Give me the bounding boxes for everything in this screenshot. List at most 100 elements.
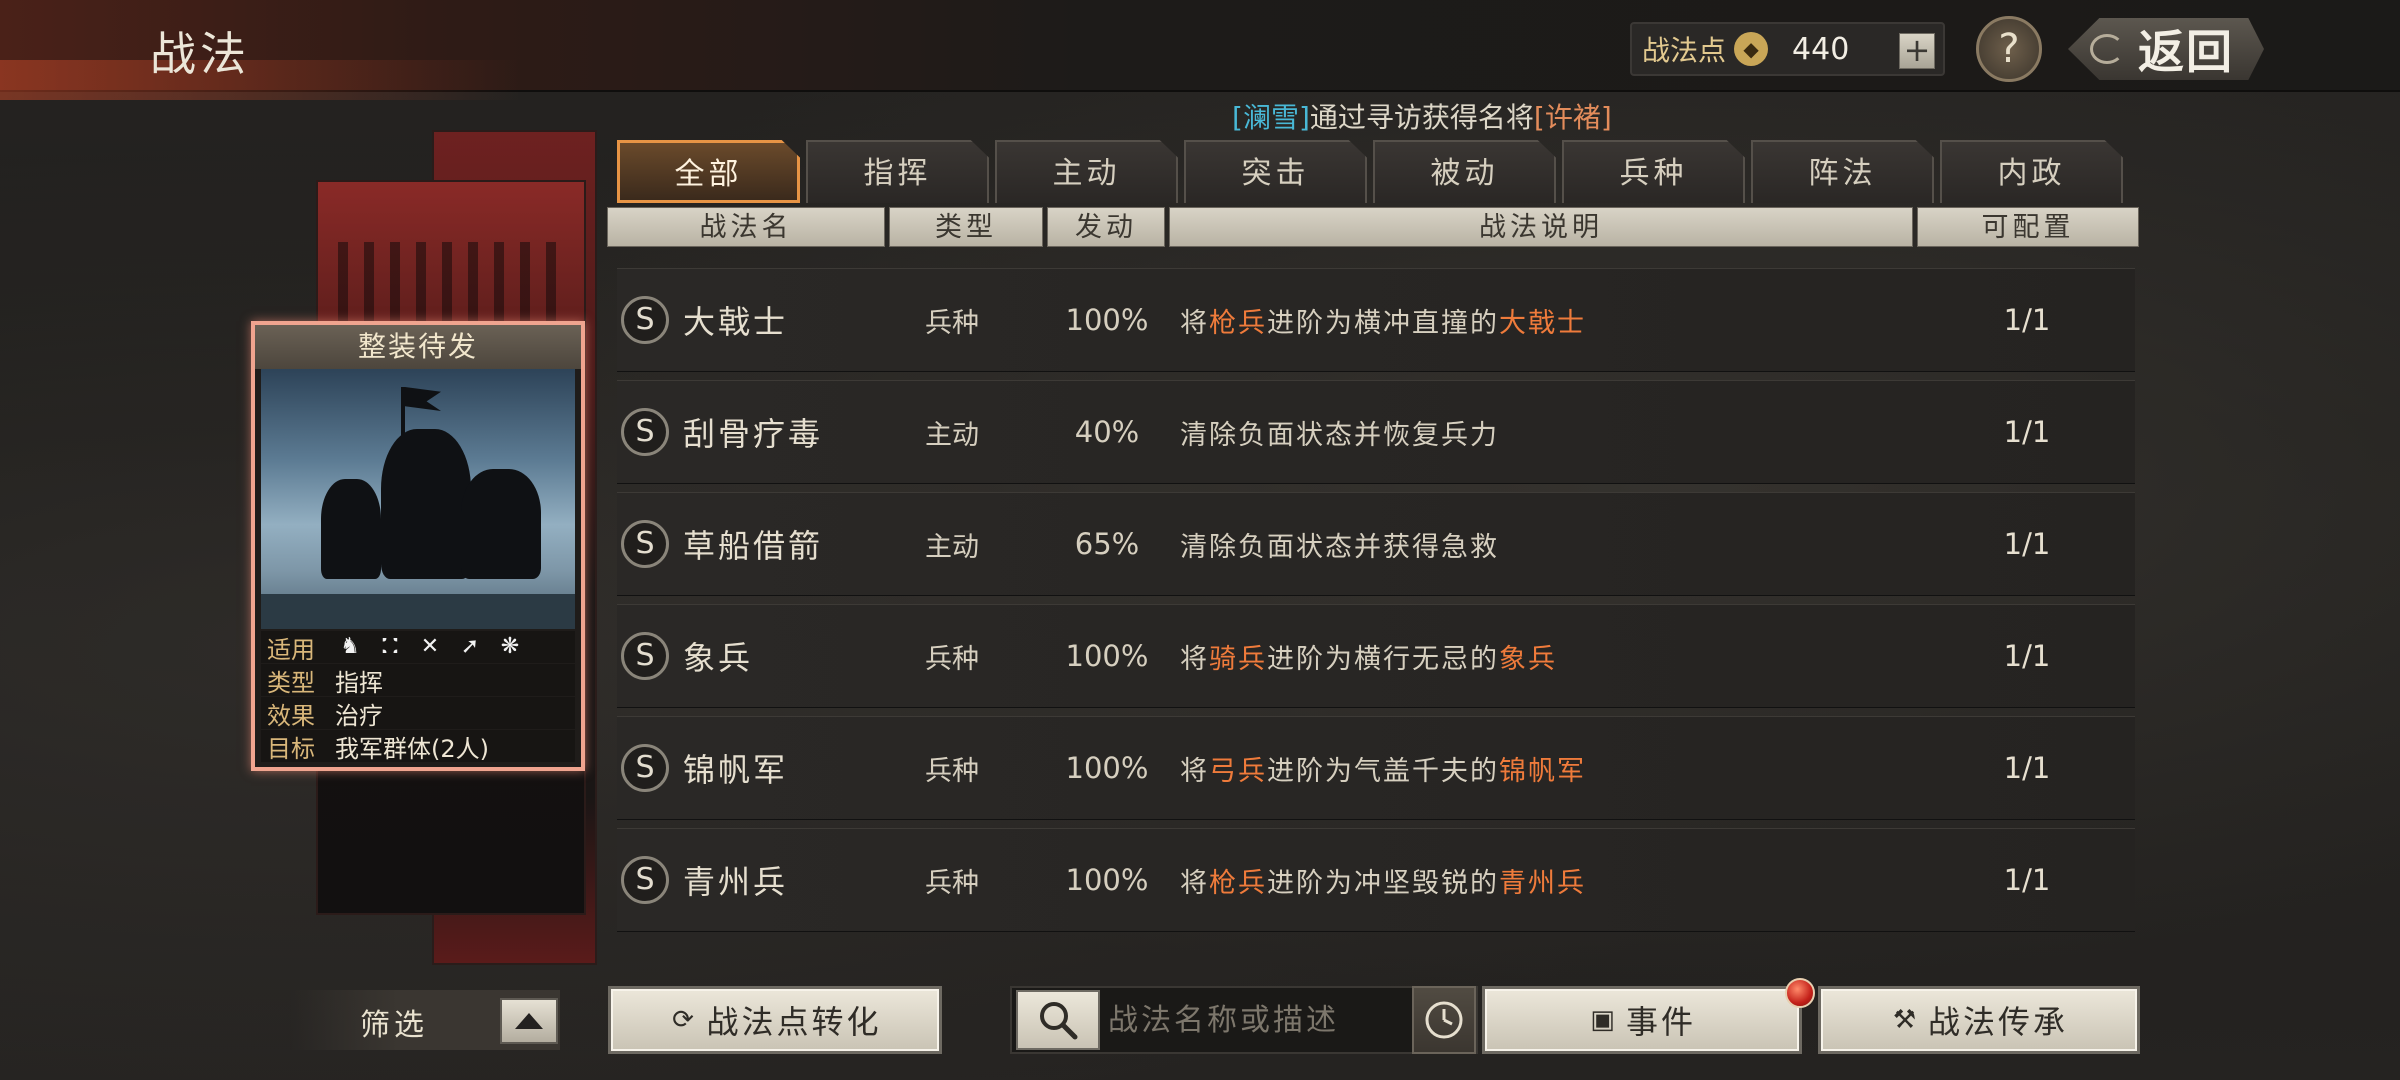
skill-row[interactable]: S 象兵 兵种 100% 将骑兵进阶为横行无忌的象兵 1/1 [617, 604, 2135, 708]
skill-points-label: 战法点 [1642, 34, 1727, 67]
swirl-icon: ⟳ [672, 1005, 697, 1035]
skill-type: 主动 [925, 531, 979, 563]
prop-row-effect: 效果 治疗 [261, 697, 575, 730]
selected-skill-card[interactable]: 整装待发 适用 ♞ ⛚ ✕ ➚ ❋ 类型 指挥 效果 治疗 目标 我军群体(2人… [251, 321, 585, 771]
cavalry-icon: ♞ [340, 634, 360, 659]
filter-toggle-button[interactable] [500, 998, 558, 1044]
tab-troop[interactable]: 兵种 [1562, 140, 1745, 203]
event-icon: ▣ [1590, 1005, 1618, 1035]
category-tabs: 全部 指挥 主动 突击 被动 兵种 阵法 内政 [617, 140, 2123, 203]
desc-text: 清除负面状态并恢复兵力 [1180, 419, 1499, 451]
notice-text: 通过寻访获得名将 [1309, 101, 1534, 134]
skill-configurable: 1/1 [2003, 527, 2051, 561]
skill-configurable: 1/1 [2003, 751, 2051, 785]
prop-value: 治疗 [335, 701, 383, 730]
tab-active[interactable]: 主动 [995, 140, 1178, 203]
desc-highlight: 骑兵 [1209, 643, 1267, 675]
skill-rate: 40% [1074, 415, 1140, 449]
desc-text: 将 [1180, 643, 1209, 675]
clock-icon [1425, 1001, 1463, 1039]
skill-points-box: 战法点 ◆ 440 + [1630, 22, 1945, 76]
notice-bracket: [ [1232, 101, 1243, 134]
skill-points-icon: ◆ [1734, 32, 1769, 66]
desc-text: 进阶为冲坚毁锐的 [1267, 867, 1499, 899]
skill-points-value: 440 [1792, 31, 1850, 67]
notice-player-name: 澜雪 [1242, 101, 1299, 134]
skill-description: 将枪兵进阶为冲坚毁锐的青州兵 [1180, 861, 1586, 900]
skill-inherit-button[interactable]: ⚒ 战法传承 [1818, 986, 2140, 1054]
help-button[interactable]: ? [1976, 16, 2042, 82]
skill-name: 刮骨疗毒 [683, 415, 824, 453]
desc-text: 进阶为横冲直撞的 [1267, 307, 1499, 339]
unit-icons: ♞ ⛚ ✕ ➚ ❋ [335, 634, 525, 660]
skill-rate: 100% [1065, 639, 1149, 673]
prop-key: 目标 [267, 734, 315, 763]
skill-inherit-label: 战法传承 [1927, 1003, 2068, 1041]
skill-type: 兵种 [925, 643, 979, 675]
spear-icon: ➚ [460, 634, 480, 659]
tab-all[interactable]: 全部 [617, 140, 800, 203]
desc-text: 清除负面状态并获得急救 [1180, 531, 1499, 563]
skill-type: 兵种 [925, 867, 979, 899]
skill-rate: 65% [1074, 527, 1140, 561]
tab-internal[interactable]: 内政 [1940, 140, 2123, 203]
add-points-button[interactable]: + [1899, 33, 1935, 69]
column-header-configurable[interactable]: 可配置 [1917, 207, 2139, 247]
skill-row[interactable]: S 大戟士 兵种 100% 将枪兵进阶为横冲直撞的大戟士 1/1 [617, 268, 2135, 372]
hammer-icon: ⚒ [1892, 1005, 1920, 1035]
skill-type: 主动 [925, 419, 979, 451]
column-header-description: 战法说明 [1169, 207, 1913, 247]
grade-badge: S [621, 632, 669, 680]
grade-badge: S [621, 744, 669, 792]
grade-badge: S [621, 520, 669, 568]
skill-configurable: 1/1 [2003, 303, 2051, 337]
column-header-rate[interactable]: 发动 [1047, 207, 1165, 247]
skill-card-props: 适用 ♞ ⛚ ✕ ➚ ❋ 类型 指挥 效果 治疗 目标 我军群体(2人) [255, 629, 581, 763]
skill-card-title: 整装待发 [255, 325, 581, 369]
tab-formation[interactable]: 阵法 [1751, 140, 1934, 203]
skill-configurable: 1/1 [2003, 415, 2051, 449]
grade-badge: S [621, 856, 669, 904]
skill-row[interactable]: S 青州兵 兵种 100% 将枪兵进阶为冲坚毁锐的青州兵 1/1 [617, 828, 2135, 932]
tab-assault[interactable]: 突击 [1184, 140, 1367, 203]
skill-name: 锦帆军 [683, 751, 789, 789]
desc-highlight: 枪兵 [1209, 307, 1267, 339]
search-icon [1040, 1002, 1078, 1040]
desc-text: 将 [1180, 755, 1209, 787]
desc-highlight: 青州兵 [1499, 867, 1586, 899]
skill-description: 清除负面状态并恢复兵力 [1180, 413, 1499, 452]
prop-row-target: 目标 我军群体(2人) [261, 730, 575, 763]
skill-rate: 100% [1065, 303, 1149, 337]
page-title: 战法 [150, 27, 250, 81]
bow-icon: ✕ [420, 634, 440, 659]
shield-icon: ⛚ [382, 634, 398, 659]
skill-row[interactable]: S 锦帆军 兵种 100% 将弓兵进阶为气盖千夫的锦帆军 1/1 [617, 716, 2135, 820]
desc-text: 将 [1180, 867, 1209, 899]
desc-highlight: 象兵 [1499, 643, 1557, 675]
prop-key: 适用 [267, 635, 315, 664]
skill-description: 清除负面状态并获得急救 [1180, 525, 1499, 564]
search-button[interactable] [1016, 990, 1100, 1050]
tab-passive[interactable]: 被动 [1373, 140, 1556, 203]
desc-highlight: 锦帆军 [1499, 755, 1586, 787]
wheel-icon: ❋ [500, 634, 520, 659]
skill-name: 青州兵 [683, 863, 789, 901]
convert-points-label: 战法点转化 [706, 1003, 882, 1041]
skill-configurable: 1/1 [2003, 863, 2051, 897]
history-button[interactable] [1412, 986, 1476, 1054]
events-button[interactable]: ▣ 事件 [1482, 986, 1802, 1054]
column-header-name[interactable]: 战法名 [607, 207, 885, 247]
search-input[interactable] [1108, 996, 1408, 1044]
skill-description: 将弓兵进阶为气盖千夫的锦帆军 [1180, 749, 1586, 788]
filter-label[interactable]: 筛选 [360, 1000, 428, 1044]
tab-command[interactable]: 指挥 [806, 140, 989, 203]
prop-key: 效果 [267, 701, 315, 730]
skill-row[interactable]: S 刮骨疗毒 主动 40% 清除负面状态并恢复兵力 1/1 [617, 380, 2135, 484]
skill-rate: 100% [1065, 751, 1149, 785]
column-header-type[interactable]: 类型 [889, 207, 1043, 247]
skill-row[interactable]: S 草船借箭 主动 65% 清除负面状态并获得急救 1/1 [617, 492, 2135, 596]
convert-points-button[interactable]: ⟳ 战法点转化 [608, 986, 942, 1054]
desc-text: 将 [1180, 307, 1209, 339]
skill-card-art [261, 369, 575, 629]
notification-dot [1785, 978, 1815, 1008]
